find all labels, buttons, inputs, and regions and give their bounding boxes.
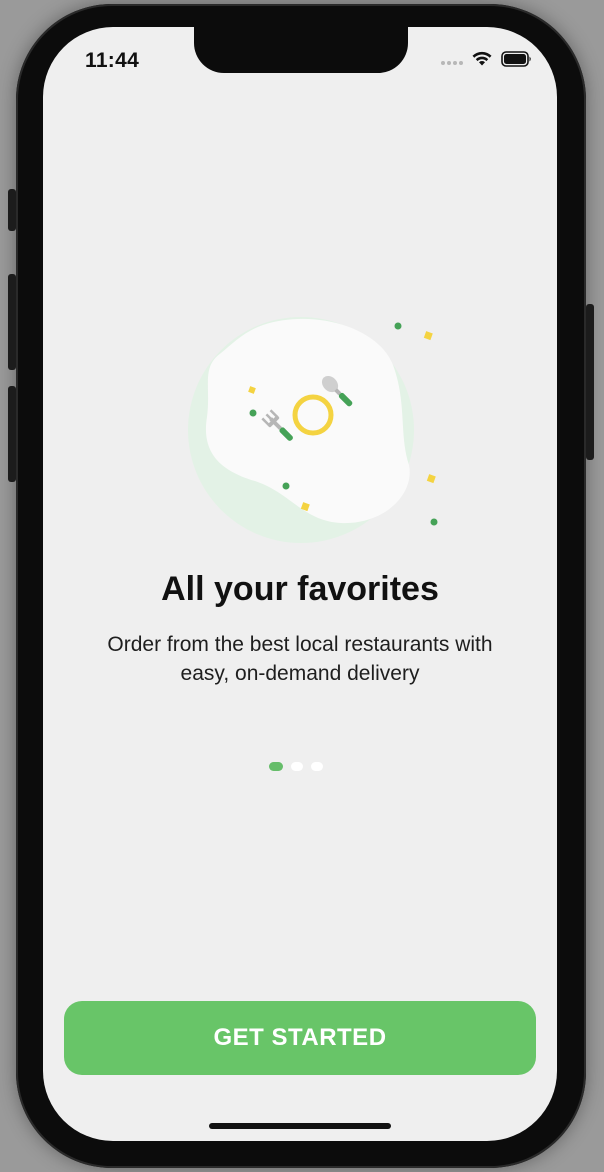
status-icons [441, 51, 533, 72]
app-screen: 11:44 All your favorites Order from the … [43, 27, 557, 1141]
volume-up-button [8, 274, 16, 370]
onboarding-description: Order from the best local restaurants wi… [107, 633, 493, 685]
camera-notch [194, 27, 408, 73]
page-dot-2[interactable] [291, 762, 303, 771]
silent-switch [8, 189, 16, 231]
volume-down-button [8, 386, 16, 482]
signal-dots-icon [441, 53, 463, 71]
power-button [586, 304, 594, 460]
page-dot-3[interactable] [311, 762, 323, 771]
wifi-icon [471, 51, 493, 72]
home-indicator[interactable] [209, 1123, 391, 1129]
illustration [171, 285, 441, 555]
page-indicator[interactable] [269, 762, 323, 771]
get-started-button[interactable]: GET STARTED [64, 1001, 536, 1075]
onboarding-title: All your favorites [161, 570, 439, 608]
battery-icon [501, 51, 533, 72]
page-dot-1[interactable] [269, 762, 283, 771]
status-time: 11:44 [85, 49, 140, 72]
